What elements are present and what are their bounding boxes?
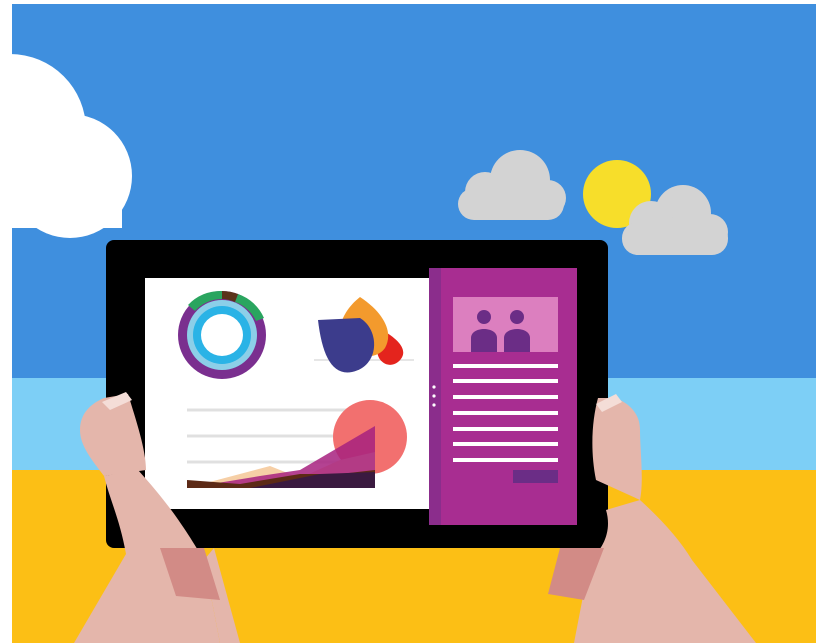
donut-chart-icon [178, 290, 266, 379]
illustration-canvas [0, 4, 816, 643]
contact-photo [453, 297, 558, 352]
panel-button [513, 470, 558, 483]
